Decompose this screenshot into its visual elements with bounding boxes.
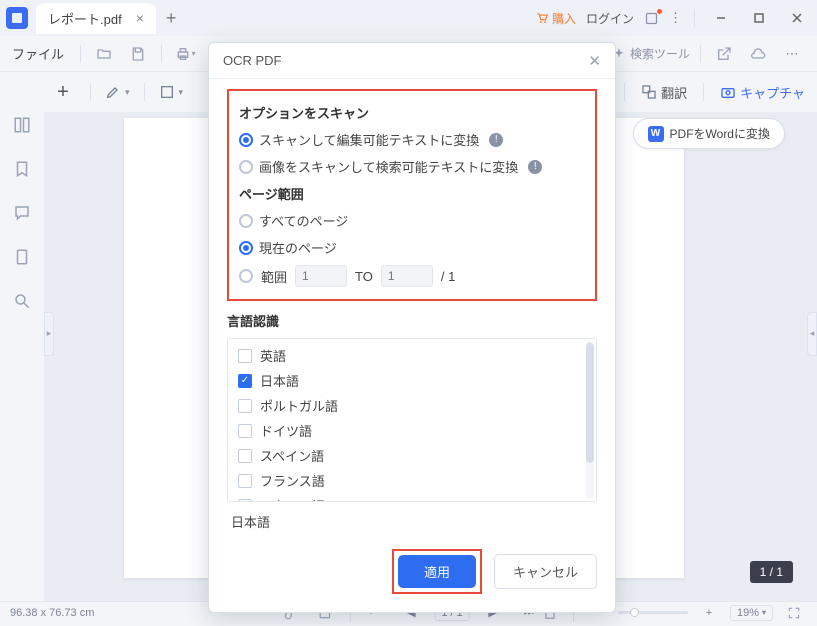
info-icon[interactable]: ! — [528, 160, 542, 174]
zoom-in-status[interactable]: + — [696, 600, 722, 626]
minimize-button[interactable] — [707, 4, 735, 32]
page-indicator-badge: 1 / 1 — [750, 561, 793, 583]
search-icon[interactable] — [9, 288, 35, 314]
range-from-input[interactable] — [295, 265, 347, 287]
open-icon[interactable] — [91, 41, 117, 67]
camera-icon — [720, 84, 736, 100]
save-icon[interactable] — [125, 41, 151, 67]
highlight-tool[interactable]: ▾ — [105, 84, 130, 100]
cloud-icon[interactable] — [745, 41, 771, 67]
language-item[interactable]: 日本語 — [228, 368, 596, 393]
zoom-slider[interactable] — [618, 611, 688, 614]
convert-to-word-button[interactable]: W PDFをWordに変換 — [633, 118, 785, 149]
language-item[interactable]: ポルトガル語 — [228, 393, 596, 418]
tab-title: レポート.pdf — [48, 9, 122, 28]
app-icon — [6, 7, 28, 29]
maximize-button[interactable] — [745, 4, 773, 32]
titlebar: レポート.pdf × + 購入 ログイン ⋮ — [0, 0, 817, 36]
page-range-title: ページ範囲 — [239, 184, 585, 203]
highlighted-section: オプションをスキャン スキャンして編集可能テキストに変換 ! 画像をスキャンして… — [227, 89, 597, 301]
tab-close-icon[interactable]: × — [136, 10, 144, 26]
language-label: ドイツ語 — [260, 421, 312, 440]
language-label: イタリア語 — [260, 496, 324, 502]
option-searchable-text[interactable]: 画像をスキャンして検索可能テキストに変換 ! — [239, 157, 585, 176]
buy-link[interactable]: 購入 — [535, 10, 576, 27]
language-item[interactable]: ドイツ語 — [228, 418, 596, 443]
language-item[interactable]: 英語 — [228, 343, 596, 368]
language-title: 言語認識 — [227, 311, 597, 330]
search-tool[interactable]: 検索ツール — [612, 45, 690, 62]
cancel-button[interactable]: キャンセル — [494, 554, 597, 589]
scrollbar[interactable] — [586, 341, 594, 499]
language-label: 英語 — [260, 346, 286, 365]
language-item[interactable]: イタリア語 — [228, 493, 596, 502]
language-list[interactable]: 英語日本語ポルトガル語ドイツ語スペイン語フランス語イタリア語中国語（繁体字） — [227, 338, 597, 502]
left-sidebar — [0, 72, 44, 601]
thumbnails-icon[interactable] — [9, 112, 35, 138]
range-current-page[interactable]: 現在のページ — [239, 238, 585, 257]
radio-icon — [239, 269, 253, 283]
print-icon[interactable]: ▾ — [172, 41, 198, 67]
apply-button[interactable]: 適用 — [398, 555, 476, 588]
radio-icon — [239, 160, 253, 174]
shape-tool[interactable]: ▾ — [159, 84, 184, 100]
checkbox-icon — [238, 449, 252, 463]
apply-highlight: 適用 — [392, 549, 482, 594]
cart-icon — [535, 11, 549, 25]
dialog-close-icon[interactable]: ✕ — [588, 52, 601, 70]
dialog-title: OCR PDF — [223, 53, 282, 68]
attachment-icon[interactable] — [9, 244, 35, 270]
option-editable-text[interactable]: スキャンして編集可能テキストに変換 ! — [239, 130, 585, 149]
translate-button[interactable]: 翻訳 — [641, 83, 687, 102]
language-item[interactable]: スペイン語 — [228, 443, 596, 468]
file-menu[interactable]: ファイル — [12, 44, 64, 63]
close-button[interactable] — [783, 4, 811, 32]
info-icon[interactable]: ! — [489, 133, 503, 147]
capture-button[interactable]: キャプチャ — [720, 83, 805, 102]
dimensions-label: 96.38 x 76.73 cm — [10, 607, 94, 619]
share-icon[interactable] — [711, 41, 737, 67]
range-total: / 1 — [441, 269, 455, 284]
language-label: スペイン語 — [260, 446, 324, 465]
more-menu-icon[interactable]: ⋮ — [669, 10, 682, 26]
checkbox-icon — [238, 499, 252, 503]
checkbox-icon — [238, 349, 252, 363]
range-custom[interactable]: 範囲 TO / 1 — [239, 265, 585, 287]
expand-right-handle[interactable]: ◂ — [807, 312, 817, 356]
document-tab[interactable]: レポート.pdf × — [36, 3, 156, 34]
checkbox-icon — [238, 424, 252, 438]
language-label: ポルトガル語 — [260, 396, 338, 415]
expand-left-handle[interactable]: ▸ — [44, 312, 54, 356]
radio-icon — [239, 133, 253, 147]
checkbox-icon — [238, 474, 252, 488]
zoom-select[interactable]: 19% ▾ — [730, 605, 773, 621]
ocr-dialog: OCR PDF ✕ オプションをスキャン スキャンして編集可能テキストに変換 !… — [208, 42, 616, 613]
new-tab-button[interactable]: + — [166, 8, 177, 29]
range-to-input[interactable] — [381, 265, 433, 287]
checkbox-icon — [238, 399, 252, 413]
radio-icon — [239, 241, 253, 255]
dialog-footer: 適用 キャンセル — [209, 543, 615, 612]
fullscreen-icon[interactable] — [781, 600, 807, 626]
language-item[interactable]: フランス語 — [228, 468, 596, 493]
range-all-pages[interactable]: すべてのページ — [239, 211, 585, 230]
selected-language-label: 日本語 — [227, 502, 597, 539]
login-link[interactable]: ログイン — [586, 10, 634, 27]
comment-icon[interactable] — [9, 200, 35, 226]
radio-icon — [239, 214, 253, 228]
notification-icon[interactable] — [644, 11, 659, 26]
zoom-in-button[interactable]: + — [50, 79, 76, 105]
language-label: フランス語 — [260, 471, 325, 490]
translate-icon — [641, 84, 657, 100]
word-icon: W — [648, 126, 664, 142]
checkbox-icon — [238, 374, 252, 388]
language-label: 日本語 — [260, 371, 299, 390]
bookmark-icon[interactable] — [9, 156, 35, 182]
expand-dots-icon[interactable]: ⋯ — [779, 41, 805, 67]
dialog-header: OCR PDF ✕ — [209, 43, 615, 79]
scan-options-title: オプションをスキャン — [239, 103, 585, 122]
